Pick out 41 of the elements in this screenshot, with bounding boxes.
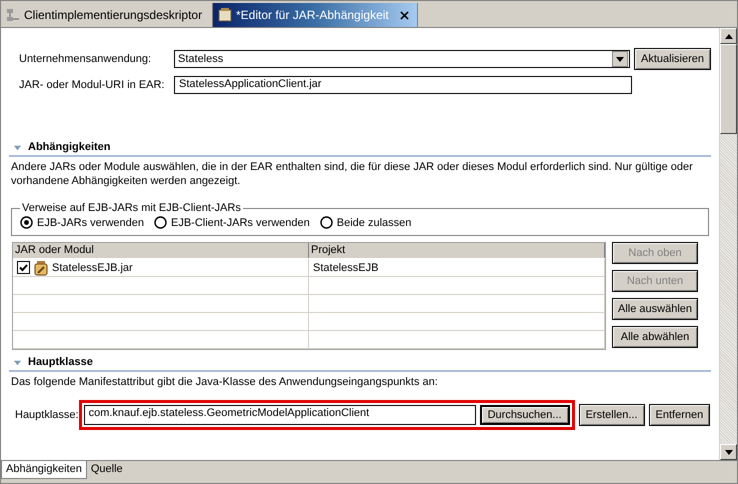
radio-option[interactable]: Beide zulassen [320,216,412,229]
field-label: Hauptklasse: [14,409,79,421]
section-title: Hauptklasse [28,356,93,368]
field-label: Unternehmensanwendung: [18,53,152,65]
table-action-button[interactable]: Alle abwählen [612,326,698,348]
checkbox[interactable] [17,261,30,274]
table-action-button[interactable]: Alle auswählen [612,298,698,320]
page-tab[interactable]: Quelle [86,461,127,479]
vertical-scrollbar[interactable] [719,28,737,460]
close-icon[interactable] [400,10,409,20]
section-description: Andere JARs oder Module auswählen, die in der EAR enthalten sind, die für diese JAR oder dieses Modul erforderlich sind. Nur gültige oder vorhandene Abhängigkeiten werden angezeigt. [11,160,694,188]
expand-icon[interactable] [13,358,22,366]
browse-button[interactable]: Durchsuchen... [480,405,570,425]
scroll-up-icon[interactable] [724,34,732,38]
radio-button[interactable] [154,216,167,229]
editor-tab[interactable]: *Editor für JAR-Abhängigkeit [213,3,418,27]
column-header[interactable]: JAR oder Modul [13,243,309,258]
enterprise-application-dropdown[interactable]: Stateless [174,50,630,68]
module-uri-field[interactable]: StatelessApplicationClient.jar [174,76,632,94]
jar-icon [217,7,233,23]
section-description: Das folgende Manifestattribut gibt die Java-Klasse des Anwendungseingangspunkts an: [11,375,439,389]
radio-option[interactable]: EJB-Client-JARs verwenden [154,216,310,229]
main-class-field[interactable]: com.knauf.ejb.stateless.GeometricModelApplicationClient [84,405,476,425]
group-title: Verweise auf EJB-JARs mit EJB-Client-JARs [21,202,242,214]
section-title: Abhängigkeiten [28,141,111,153]
scroll-down-icon[interactable] [724,450,732,454]
descriptor-icon [5,7,21,23]
table-cell: StatelessEJB.jar [52,262,133,274]
page-tab[interactable]: Abhängigkeiten [1,461,87,479]
column-header[interactable]: Projekt [309,243,605,258]
radio-option[interactable]: EJB-JARs verwenden [20,216,144,229]
jar-icon [33,260,49,276]
update-button[interactable]: Aktualisieren [634,48,711,70]
table-cell: StatelessEJB [313,262,378,274]
field-label: JAR- oder Modul-URI in EAR: [18,79,166,91]
expand-icon[interactable] [13,142,22,152]
radio-button[interactable] [320,216,333,229]
main-class-button[interactable]: Entfernen [648,404,710,426]
radio-button[interactable] [20,216,33,229]
scroll-thumb[interactable] [720,44,737,134]
main-class-button[interactable]: Erstellen... [578,404,645,426]
